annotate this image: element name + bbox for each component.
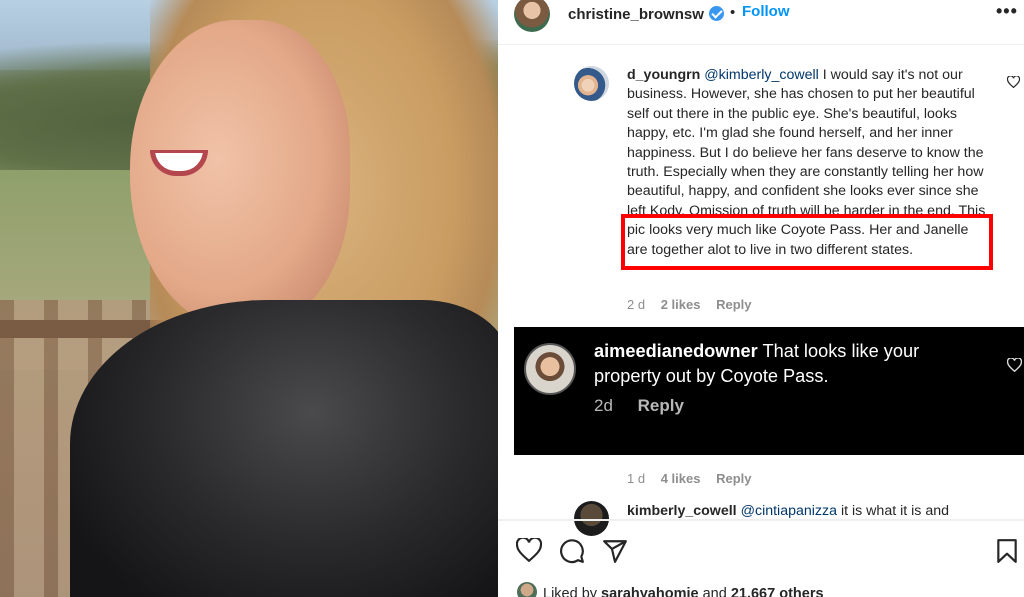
comment-username[interactable]: d_youngrn: [627, 67, 700, 83]
comment-icon[interactable]: [559, 538, 585, 564]
heart-icon[interactable]: [1007, 358, 1022, 372]
reply-button[interactable]: Reply: [716, 471, 751, 486]
commenter-avatar[interactable]: [574, 66, 609, 101]
liked-by-prefix: Liked by: [543, 586, 602, 597]
comment-text: kimberly_cowell @cintiapanizza it is wha…: [627, 503, 987, 520]
share-icon[interactable]: [602, 538, 628, 564]
reply-button[interactable]: Reply: [638, 396, 684, 415]
comment-mention[interactable]: @kimberly_cowell: [704, 67, 819, 83]
liked-by-line: Liked by sarahyahomie and 21,667 others: [517, 582, 824, 597]
comment-username[interactable]: aimeedianedowner: [594, 341, 758, 361]
photo-jacket: [70, 300, 498, 597]
comment-likes[interactable]: 2 likes: [661, 297, 701, 312]
author-avatar[interactable]: [514, 0, 550, 32]
comments-panel: christine_brownsw • Follow ••• d_youngrn…: [498, 0, 1024, 597]
comment-mention[interactable]: @cintiapanizza: [741, 503, 837, 519]
post-photo[interactable]: [0, 0, 498, 597]
reply-button[interactable]: Reply: [716, 297, 751, 312]
more-options-icon[interactable]: •••: [996, 1, 1018, 22]
comment-body: I would say it's not our business. Howev…: [627, 67, 984, 219]
comment-username[interactable]: kimberly_cowell: [627, 503, 737, 519]
comment-text: aimeedianedowner That looks like your pr…: [594, 339, 974, 389]
highlight-box: [621, 214, 993, 270]
liked-by-others[interactable]: 21,667 others: [731, 586, 824, 597]
liked-by-user[interactable]: sarahyahomie: [601, 586, 699, 597]
author-username[interactable]: christine_brownsw: [568, 6, 704, 23]
comment-age: 2d: [594, 396, 613, 415]
verified-badge-icon: [709, 6, 724, 21]
heart-icon[interactable]: [515, 536, 543, 564]
header-separator: •: [730, 4, 736, 21]
photo-face: [130, 20, 350, 330]
commenter-avatar[interactable]: [524, 343, 576, 395]
comment-meta: 2 d 2 likes Reply: [627, 297, 764, 312]
heart-icon[interactable]: [1007, 76, 1020, 88]
comment-meta: 1 d 4 likes Reply: [627, 471, 764, 486]
comment-age: 1 d: [627, 471, 646, 486]
actions-divider: [498, 519, 1024, 521]
comment-meta: 2d Reply: [594, 396, 704, 416]
post-header: christine_brownsw • Follow •••: [498, 0, 1024, 46]
action-bar: [498, 530, 1024, 570]
liked-by-middle: and: [698, 586, 731, 597]
comment-likes[interactable]: 4 likes: [661, 471, 701, 486]
liker-avatar: [517, 582, 537, 597]
comment-age: 2 d: [627, 297, 646, 312]
bookmark-icon[interactable]: [996, 538, 1022, 564]
follow-button[interactable]: Follow: [742, 3, 790, 20]
header-divider: [498, 44, 1024, 45]
comment-body: it is what it is and: [837, 503, 949, 519]
